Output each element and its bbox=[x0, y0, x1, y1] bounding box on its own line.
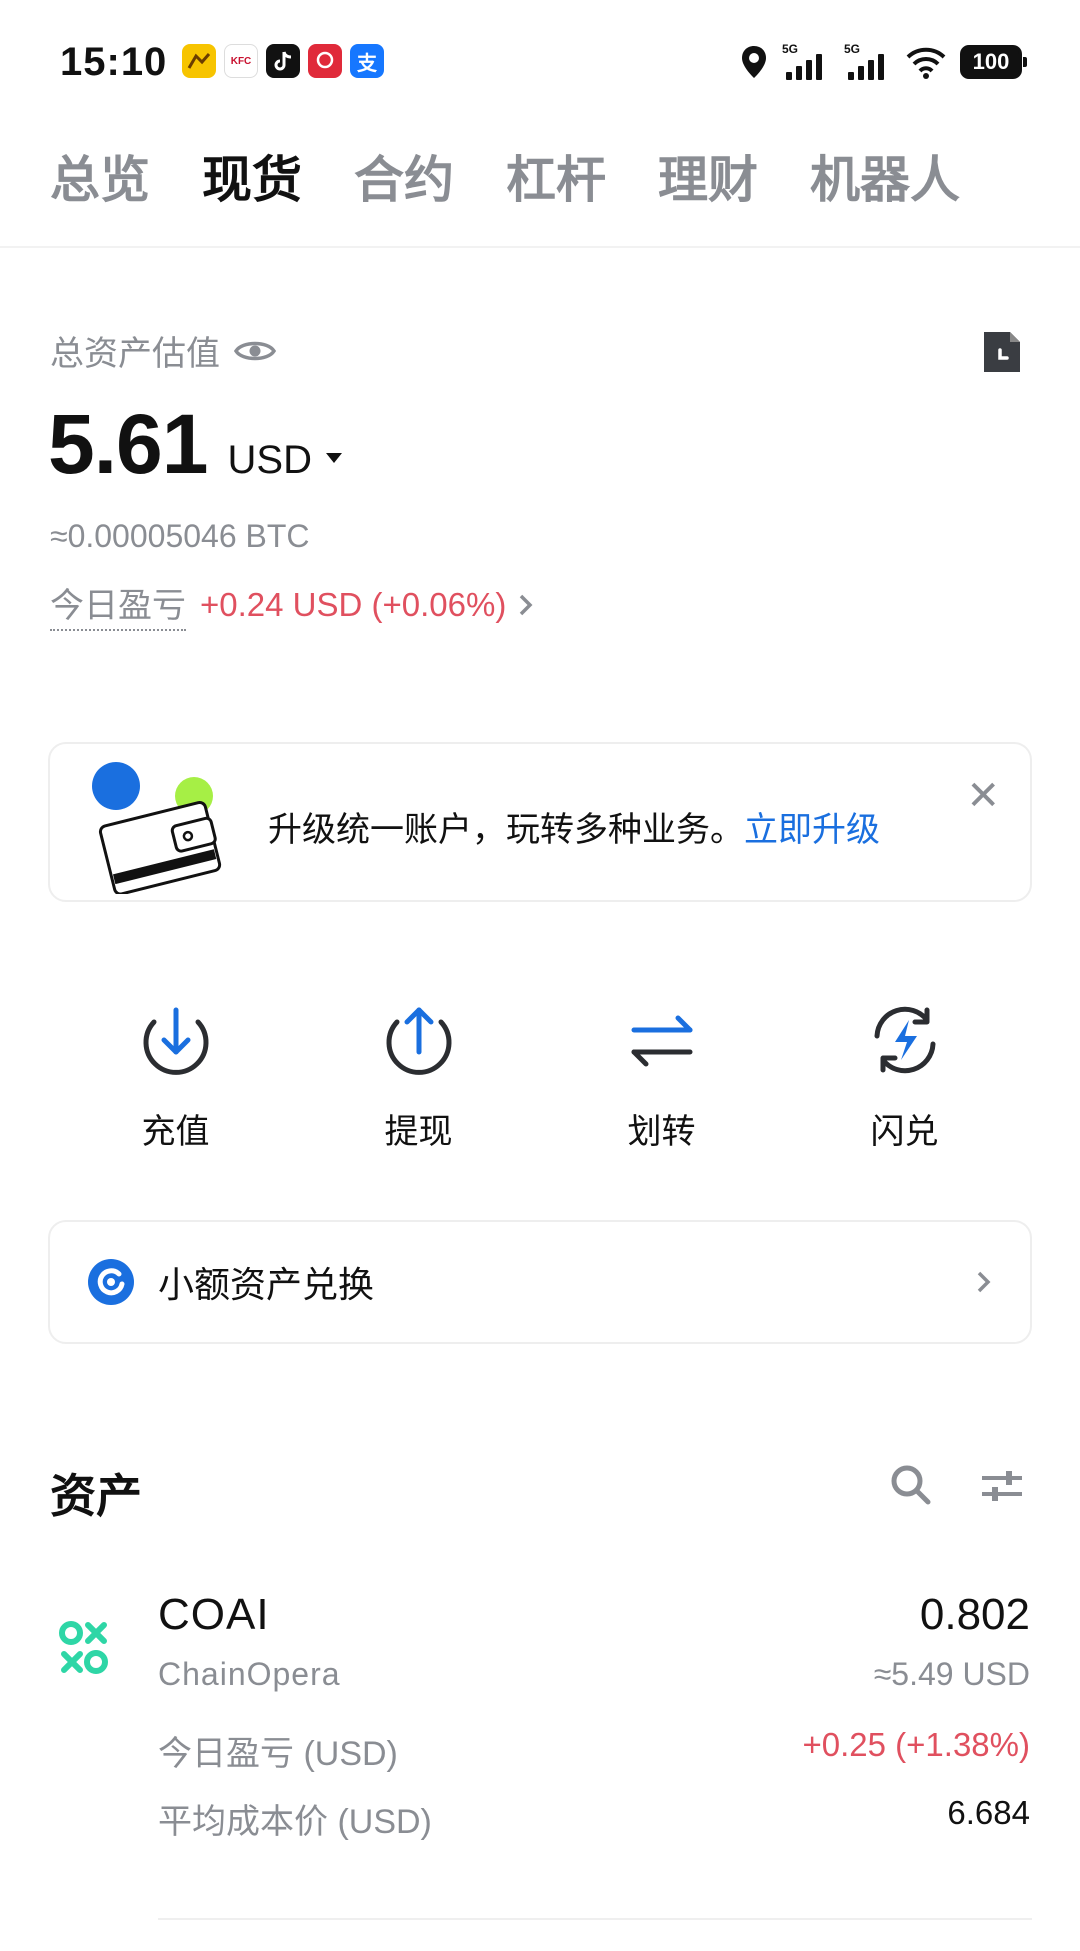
small-asset-convert-row[interactable]: 小额资产兑换 bbox=[48, 1220, 1032, 1344]
small-asset-convert-label: 小额资产兑换 bbox=[158, 1264, 375, 1305]
kfc-app-icon: KFC bbox=[224, 44, 258, 78]
coin-usd-value: ≈5.49 USD bbox=[873, 1656, 1030, 1692]
total-assets-label: 总资产估值 bbox=[50, 335, 220, 373]
eye-icon[interactable] bbox=[234, 337, 276, 365]
balance-currency[interactable]: USD bbox=[228, 438, 312, 483]
coin-amount: 0.802 bbox=[919, 1590, 1030, 1639]
withdraw-label: 提现 bbox=[384, 1113, 453, 1151]
tabs-divider bbox=[0, 246, 1080, 248]
search-icon[interactable] bbox=[888, 1462, 932, 1506]
tab-overview[interactable]: 总览 bbox=[50, 140, 150, 212]
status-time: 15:10 bbox=[60, 40, 168, 84]
flash-swap-button[interactable]: 闪兑 bbox=[783, 1002, 1026, 1153]
top-tabs: 总览 现货 合约 杠杆 理财 机器人 bbox=[50, 140, 1012, 212]
tab-margin[interactable]: 杠杆 bbox=[506, 140, 606, 212]
banner-text: 升级统一账户，玩转多种业务。 bbox=[268, 811, 744, 849]
status-indicators: 5G 5G 100 bbox=[740, 42, 1027, 82]
btc-equivalent: ≈0.00005046 BTC bbox=[50, 518, 310, 554]
transfer-icon bbox=[631, 1015, 692, 1067]
today-pnl-row[interactable]: 今日盈亏 +0.24 USD (+0.06%) bbox=[50, 578, 536, 631]
app-red-icon bbox=[308, 44, 342, 78]
deposit-label: 充值 bbox=[141, 1113, 210, 1151]
meituan-app-icon bbox=[182, 44, 216, 78]
deposit-button[interactable]: 充值 bbox=[54, 1002, 297, 1153]
assets-section-title: 资产 bbox=[50, 1470, 142, 1522]
tiktok-app-icon bbox=[266, 44, 300, 78]
tab-spot[interactable]: 现货 bbox=[202, 140, 302, 212]
quick-actions: 充值 提现 划转 闪兑 bbox=[0, 1002, 1080, 1153]
chevron-right-icon[interactable] bbox=[516, 590, 536, 620]
filter-settings-icon[interactable] bbox=[980, 1466, 1024, 1506]
tab-bots[interactable]: 机器人 bbox=[810, 140, 960, 212]
today-pnl-label[interactable]: 今日盈亏 bbox=[50, 578, 186, 631]
status-bar: 15:10 KFC 支 5G 5G 100 bbox=[0, 0, 1080, 120]
battery-icon: 100 bbox=[960, 45, 1027, 79]
banner-message: 升级统一账户，玩转多种业务。立即升级 bbox=[268, 802, 880, 851]
convert-icon bbox=[88, 1259, 134, 1305]
caret-down-icon[interactable] bbox=[325, 453, 342, 463]
coai-coin-icon bbox=[59, 1621, 108, 1674]
history-record-icon[interactable] bbox=[980, 328, 1024, 376]
deposit-icon bbox=[143, 1007, 208, 1075]
chevron-right-icon bbox=[977, 1271, 991, 1293]
transfer-label: 划转 bbox=[627, 1113, 696, 1151]
flash-swap-icon bbox=[874, 1006, 935, 1074]
list-divider bbox=[158, 1918, 1032, 1920]
coin-symbol: COAI bbox=[158, 1590, 270, 1639]
avg-cost-value: 6.684 bbox=[947, 1794, 1030, 1831]
total-balance: 5.61 bbox=[48, 397, 208, 491]
withdraw-icon bbox=[386, 1007, 451, 1075]
status-app-icons: KFC 支 bbox=[182, 44, 384, 78]
upgrade-now-link[interactable]: 立即升级 bbox=[744, 811, 880, 849]
signal-strength-icon: 5G bbox=[844, 42, 892, 82]
coin-pnl-label: 今日盈亏 (USD) bbox=[158, 1735, 398, 1773]
alipay-app-icon: 支 bbox=[350, 44, 384, 78]
coin-pnl-value: +0.25 (+1.38%) bbox=[802, 1726, 1031, 1763]
withdraw-button[interactable]: 提现 bbox=[297, 1002, 540, 1153]
tab-futures[interactable]: 合约 bbox=[354, 140, 454, 212]
wallet-illustration bbox=[92, 762, 222, 894]
today-pnl-value: +0.24 USD (+0.06%) bbox=[200, 585, 507, 623]
balance-row[interactable]: 5.61 USD bbox=[48, 396, 342, 493]
wifi-icon bbox=[906, 47, 946, 79]
transfer-button[interactable]: 划转 bbox=[540, 1002, 783, 1153]
total-assets-header: 总资产估值 bbox=[50, 326, 276, 375]
location-icon bbox=[742, 46, 766, 78]
flash-swap-label: 闪兑 bbox=[870, 1113, 939, 1151]
signal-strength-icon: 5G bbox=[782, 42, 830, 82]
tab-earn[interactable]: 理财 bbox=[658, 140, 758, 212]
unified-account-banner[interactable]: 升级统一账户，玩转多种业务。立即升级 ✕ bbox=[48, 742, 1032, 902]
avg-cost-label: 平均成本价 (USD) bbox=[158, 1803, 432, 1841]
coin-name: ChainOpera bbox=[158, 1656, 341, 1692]
close-icon[interactable]: ✕ bbox=[966, 776, 1000, 816]
